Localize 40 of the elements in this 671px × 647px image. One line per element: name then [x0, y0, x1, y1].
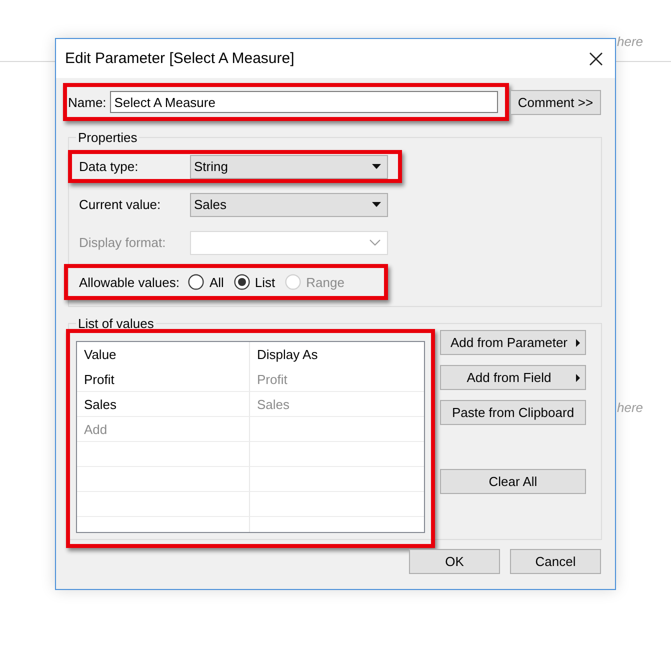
- submenu-arrow-icon: [576, 339, 580, 347]
- action-button[interactable]: Add from Field: [440, 365, 586, 390]
- column-header: Value: [77, 342, 250, 367]
- submenu-arrow-icon: [576, 374, 580, 382]
- name-label: Name:: [68, 94, 106, 110]
- dropdown-value: String: [194, 159, 228, 174]
- caret-icon: [372, 202, 381, 207]
- table-cell[interactable]: Sales: [77, 392, 250, 417]
- table-cell[interactable]: Profit: [77, 367, 250, 392]
- field-label: Display format:: [79, 235, 167, 250]
- chevron-down-icon: [369, 239, 381, 246]
- dialog-button[interactable]: Cancel: [510, 549, 601, 574]
- dropdown[interactable]: Sales: [190, 192, 388, 216]
- field-label: Data type:: [79, 159, 140, 174]
- drop-hint: here: [617, 34, 644, 49]
- action-button[interactable]: Add from Parameter: [440, 330, 586, 355]
- field-label: Current value:: [79, 197, 162, 212]
- close-icon[interactable]: [589, 52, 603, 66]
- radio-label: Range: [306, 274, 344, 290]
- column-header: Display As: [256, 346, 319, 364]
- radio-button[interactable]: [188, 274, 204, 290]
- table-cell[interactable]: [77, 442, 250, 467]
- clear-all-button[interactable]: Clear All: [440, 469, 586, 494]
- field-label: Allowable values:: [79, 274, 180, 290]
- group-title: List of values: [77, 316, 155, 331]
- window-title: Edit Parameter [Select A Measure]: [65, 50, 294, 67]
- drop-hint: here: [617, 400, 644, 415]
- action-button[interactable]: Paste from Clipboard: [440, 400, 586, 425]
- caret-icon: [372, 164, 381, 169]
- comment-button[interactable]: Comment >>: [510, 90, 601, 114]
- radio-label: All: [209, 274, 224, 290]
- dropdown-value: Sales: [194, 197, 227, 212]
- radio-label: List: [254, 274, 276, 290]
- radio-button[interactable]: [234, 274, 250, 290]
- dropdown[interactable]: String: [190, 154, 388, 178]
- table-cell[interactable]: [77, 492, 250, 517]
- table-cell[interactable]: [77, 467, 250, 492]
- dialog-button[interactable]: OK: [409, 549, 500, 574]
- name-field[interactable]: Select A Measure: [110, 91, 498, 113]
- group-title: Properties: [77, 130, 138, 145]
